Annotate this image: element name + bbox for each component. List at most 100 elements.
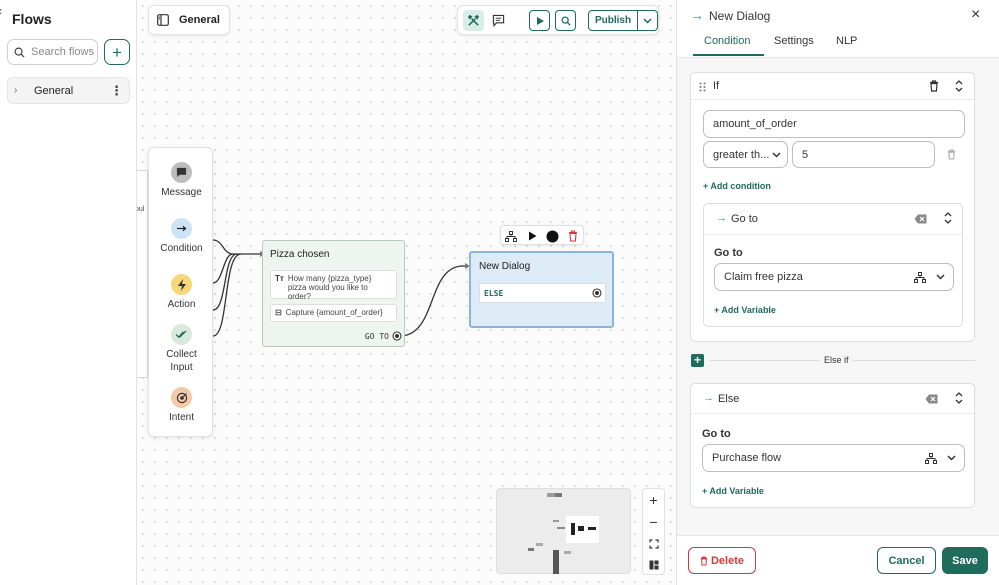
search-icon [14,47,25,58]
flow-canvas[interactable]: General Publish oul [137,0,676,585]
double-check-icon [171,324,192,345]
palette-label: Condition [160,243,203,254]
flow-item-general[interactable]: › General ⋮ [7,77,130,104]
node-toolbar [500,225,584,245]
layout-icon[interactable] [643,554,664,575]
node-else-row[interactable]: ELSE [479,283,606,303]
flow-item-label: General [34,84,74,97]
else-if-label: Else if [820,355,853,365]
if-label: If [713,80,720,92]
trash-icon [700,555,708,566]
message-icon [171,162,192,183]
chevron-down-icon [936,274,945,280]
condition-variable-field[interactable]: amount_of_order [703,110,965,138]
zoom-controls: + − [642,488,665,575]
save-button[interactable]: Save [942,547,988,574]
arrow-right-icon: → [703,392,714,404]
palette-item-collect-input[interactable]: Collect Input [149,324,214,374]
target-icon [171,387,192,408]
zoom-in-button[interactable]: + [643,489,664,510]
palette-item-intent[interactable]: Intent [149,387,214,424]
text-type-icon: Tт [275,274,284,283]
node-row-text: Capture {amount_of_order} [285,308,383,317]
trash-icon[interactable] [566,229,580,243]
trash-icon[interactable] [947,149,956,160]
flows-sidebar: ‹ Flows + › General ⋮ [0,0,137,585]
dialog-settings-panel: → New Dialog × Condition Settings NLP If… [676,0,999,585]
operator-select[interactable]: greater th... [703,141,788,168]
panel-header: → New Dialog × Condition Settings NLP [677,0,999,58]
condition-value-field[interactable]: 5 [792,141,935,168]
minimap-preview [528,493,599,574]
else-block: → Else Go to Purchase flow + Add Variabl… [690,383,975,508]
add-variable-link[interactable]: + Add Variable [714,305,776,315]
search-box[interactable] [7,39,98,65]
chevron-down-icon [772,151,781,158]
palette-item-message[interactable]: Message [149,162,214,199]
clear-icon[interactable] [925,394,938,404]
else-goto-value: Purchase flow [712,452,782,464]
node-title: New Dialog [479,261,531,272]
node-title: Pizza chosen [270,249,330,260]
palette-item-condition[interactable]: Condition [149,218,214,255]
add-flow-button[interactable]: + [104,39,130,65]
collapse-icon[interactable] [955,80,963,92]
fit-view-icon[interactable] [643,533,664,554]
node-goto-label: GO TO [364,332,389,341]
delete-label: Delete [710,554,745,567]
chevron-down-icon [947,455,956,461]
node-row-text: How many {pizza_type} pizza would you li… [287,274,372,301]
goto-target-value: Claim free pizza [724,271,803,283]
minimap[interactable] [496,488,631,574]
add-else-if-button[interactable]: + [691,354,704,367]
close-icon[interactable]: × [971,6,980,24]
hierarchy-icon [914,271,926,283]
if-condition-block: If amount_of_order greater th... 5 + Add… [690,72,975,342]
palette-item-action[interactable]: Action [149,274,214,311]
search-input[interactable] [31,46,95,58]
divider [691,99,974,100]
collapse-icon[interactable] [955,392,963,404]
tab-condition[interactable]: Condition [704,35,750,47]
else-if-row: + Else if [690,354,975,368]
back-chevron-icon[interactable]: ‹ [0,4,2,18]
panel-footer: Delete Cancel Save [677,535,999,585]
lightning-icon [171,274,192,295]
node-new-dialog[interactable]: New Dialog ELSE [469,251,614,328]
cancel-button[interactable]: Cancel [877,547,936,574]
palette-label: Message [161,187,202,198]
arrow-right-icon: → [690,7,704,23]
tab-settings[interactable]: Settings [774,35,814,47]
goto-label: Go to [702,428,731,440]
palette-label: Intent [168,412,195,423]
record-icon[interactable] [545,229,559,243]
node-capture-row[interactable]: ⊟ Capture {amount_of_order} [270,304,397,322]
goto-label: Go to [714,247,743,259]
sidebar-title: Flows [12,11,52,27]
zoom-out-button[interactable]: − [643,511,664,532]
delete-button[interactable]: Delete [688,547,756,574]
add-condition-link[interactable]: + Add condition [703,181,771,191]
clear-icon[interactable] [914,214,927,224]
chevron-right-icon[interactable]: › [14,85,28,96]
goto-target-select[interactable]: Claim free pizza [714,263,954,291]
hierarchy-icon[interactable] [504,229,518,243]
arrow-right-icon [171,218,192,239]
node-palette: Message Condition Action Collect Input I… [148,147,213,437]
tab-nlp[interactable]: NLP [836,35,857,47]
active-tab-indicator [693,54,764,56]
node-message-row[interactable]: Tт How many {pizza_type} pizza would you… [270,270,397,301]
more-vertical-icon[interactable]: ⋮ [110,84,123,97]
palette-label: Action [167,299,196,310]
else-goto-select[interactable]: Purchase flow [702,444,965,472]
output-port-icon[interactable] [592,288,602,298]
panel-title: New Dialog [709,9,771,23]
output-port-icon[interactable] [392,331,402,341]
play-icon[interactable] [525,229,539,243]
node-pizza-chosen[interactable]: Pizza chosen Tт How many {pizza_type} pi… [262,240,405,347]
collapse-icon[interactable] [944,212,952,224]
add-variable-link[interactable]: + Add Variable [702,486,764,496]
trash-icon[interactable] [929,80,939,92]
drag-handle-icon[interactable] [699,82,706,92]
hierarchy-icon [925,452,937,464]
